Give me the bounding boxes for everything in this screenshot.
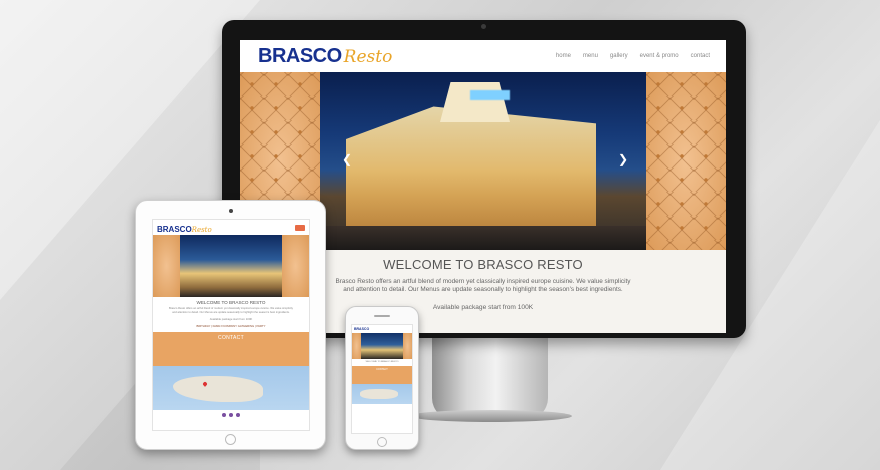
quilted-panel xyxy=(153,235,180,297)
chevron-right-icon[interactable]: ❯ xyxy=(618,152,628,166)
camera-icon xyxy=(229,209,233,213)
speaker-icon xyxy=(374,315,390,317)
tablet-hero xyxy=(153,235,309,297)
neon-sign xyxy=(470,90,510,100)
social-icon[interactable] xyxy=(236,413,240,417)
welcome-title: WELCOME TO BRASCO RESTO xyxy=(365,361,399,363)
package-note: Available package start from 100K xyxy=(209,317,253,321)
nav-link-contact[interactable]: contact xyxy=(691,53,710,59)
contact-band: CONTACT xyxy=(153,332,309,366)
nav-link-menu[interactable]: menu xyxy=(583,53,598,59)
restaurant-building-top xyxy=(440,82,510,122)
tablet-screen: BRASCOResto WELCOME TO BRASCO RESTO Bras… xyxy=(152,219,310,431)
location-map[interactable] xyxy=(352,384,412,404)
quilted-panel xyxy=(646,72,726,250)
hero-photo: ❮ ❯ xyxy=(320,72,646,250)
home-button[interactable] xyxy=(377,437,387,447)
hero-photo xyxy=(180,235,282,297)
phone-screen: BRASCO WELCOME TO BRASCO RESTO CONTACT xyxy=(351,324,413,434)
monitor-stand xyxy=(432,338,548,420)
chevron-left-icon[interactable]: ❮ xyxy=(342,152,352,166)
contact-title: CONTACT xyxy=(218,335,244,341)
hamburger-menu-icon[interactable] xyxy=(295,224,305,231)
event-links[interactable]: BIRTHDAY | FAMILY/COMPANY GATHERING | PA… xyxy=(153,324,309,328)
map-land xyxy=(173,376,263,402)
logo-script: Resto xyxy=(343,46,393,67)
welcome-title: WELCOME TO BRASCO RESTO xyxy=(196,300,266,305)
road xyxy=(320,226,646,250)
social-icon[interactable] xyxy=(222,413,226,417)
social-icon[interactable] xyxy=(229,413,233,417)
quilted-panel xyxy=(403,333,412,359)
phone-device: BRASCO WELCOME TO BRASCO RESTO CONTACT xyxy=(345,306,419,450)
map-land xyxy=(360,389,398,399)
quilted-panel xyxy=(352,333,361,359)
tablet-device: BRASCOResto WELCOME TO BRASCO RESTO Bras… xyxy=(135,200,326,450)
phone-welcome: WELCOME TO BRASCO RESTO xyxy=(352,359,412,366)
site-header: BRASCO Resto home menu gallery event & p… xyxy=(240,40,726,72)
logo-wordmark: BRASCO xyxy=(258,44,342,67)
monitor-stand-base xyxy=(410,410,572,422)
main-menu: home menu gallery event & promo contact xyxy=(556,53,710,59)
brand-logo[interactable]: BRASCO Resto xyxy=(258,45,392,68)
welcome-text-line: and attention to detail. Our Menus are u… xyxy=(343,286,623,293)
logo-script: Resto xyxy=(191,225,212,234)
hero-photo xyxy=(361,333,403,359)
contact-band: CONTACT xyxy=(352,366,412,384)
phone-header: BRASCO xyxy=(352,325,412,333)
welcome-text: Brasco Resto offers an artful blend of m… xyxy=(153,307,309,314)
nav-link-event-promo[interactable]: event & promo xyxy=(640,53,679,59)
welcome-text-line: Brasco Resto offers an artful blend of m… xyxy=(335,278,631,285)
contact-title: CONTACT xyxy=(376,368,388,371)
quilted-panel xyxy=(282,235,309,297)
welcome-text-line: and attention to detail. Our Menus are u… xyxy=(172,310,290,314)
tablet-logo[interactable]: BRASCOResto xyxy=(157,220,212,237)
logo-wordmark[interactable]: BRASCO xyxy=(354,327,369,331)
social-links xyxy=(153,410,309,420)
tablet-header: BRASCOResto xyxy=(153,220,309,235)
tablet-welcome: WELCOME TO BRASCO RESTO Brasco Resto off… xyxy=(153,297,309,328)
home-button[interactable] xyxy=(225,434,236,445)
phone-hero xyxy=(352,333,412,359)
location-map[interactable] xyxy=(153,366,309,410)
camera-icon xyxy=(481,24,486,29)
nav-link-gallery[interactable]: gallery xyxy=(610,53,628,59)
logo-wordmark: BRASCO xyxy=(157,224,192,234)
nav-link-home[interactable]: home xyxy=(556,53,571,59)
